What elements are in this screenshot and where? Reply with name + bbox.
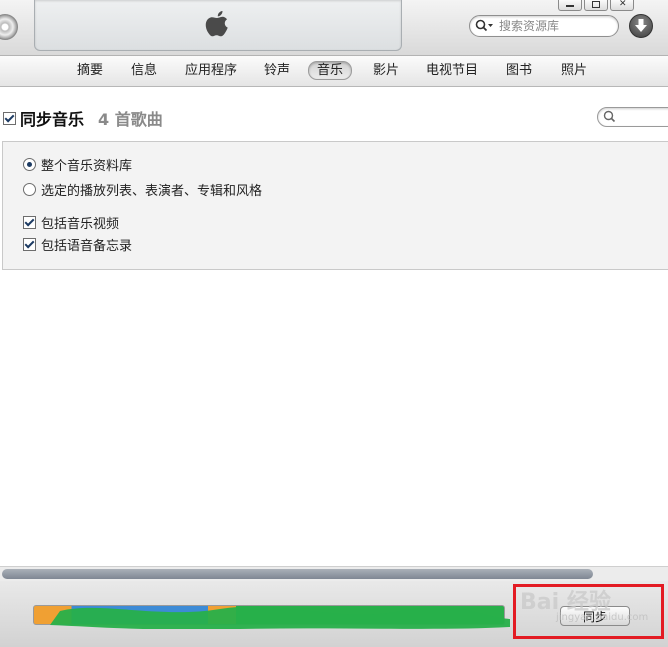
tab-books[interactable]: 图书 xyxy=(506,62,532,79)
tab-info[interactable]: 信息 xyxy=(131,62,157,79)
option-include-voice-memos[interactable]: 包括语音备忘录 xyxy=(23,235,132,254)
entire-library-label: 整个音乐资料库 xyxy=(41,159,133,174)
include-videos-checkbox[interactable] xyxy=(23,216,36,229)
horizontal-scrollbar[interactable] xyxy=(0,566,668,581)
tab-photos[interactable]: 照片 xyxy=(561,62,587,79)
tab-bar: 摘要 信息 应用程序 铃声 音乐 影片 电视节目 图书 照片 xyxy=(0,55,668,87)
sync-options-panel: 整个音乐资料库 选定的播放列表、表演者、专辑和风格 包括音乐视频 包括语音备忘录 xyxy=(2,141,668,270)
tab-summary[interactable]: 摘要 xyxy=(77,62,103,79)
include-voice-memos-label: 包括语音备忘录 xyxy=(41,239,133,254)
option-selected-items[interactable]: 选定的播放列表、表演者、专辑和风格 xyxy=(23,180,262,199)
tab-ringtones[interactable]: 铃声 xyxy=(264,62,290,79)
option-include-videos[interactable]: 包括音乐视频 xyxy=(23,213,119,232)
sync-music-header: 同步音乐 4 首歌曲 xyxy=(3,107,163,129)
window-controls: ✕ xyxy=(558,0,634,11)
option-entire-library[interactable]: 整个音乐资料库 xyxy=(23,155,132,174)
title-bar: ✕ xyxy=(0,0,668,55)
search-box[interactable] xyxy=(469,15,619,37)
tab-movies[interactable]: 影片 xyxy=(373,62,399,79)
search-input[interactable] xyxy=(499,19,609,33)
redaction-scribble xyxy=(50,606,510,629)
tab-apps[interactable]: 应用程序 xyxy=(185,62,237,79)
song-count: 4 首歌曲 xyxy=(98,110,163,129)
include-videos-label: 包括音乐视频 xyxy=(41,217,120,232)
watermark-url: jingyan.baidu.com xyxy=(556,612,649,623)
entire-library-radio[interactable] xyxy=(23,158,36,171)
filter-search-icon xyxy=(603,110,616,123)
close-button[interactable]: ✕ xyxy=(610,0,634,11)
maximize-button[interactable] xyxy=(584,0,608,11)
search-icon xyxy=(475,19,493,32)
apple-logo-icon xyxy=(205,11,228,37)
tab-music[interactable]: 音乐 xyxy=(308,61,353,80)
scrollbar-thumb[interactable] xyxy=(2,569,593,579)
selected-items-radio[interactable] xyxy=(23,183,36,196)
minimize-button[interactable] xyxy=(558,0,582,11)
download-icon[interactable] xyxy=(629,14,653,38)
tab-tv-shows[interactable]: 电视节目 xyxy=(426,62,478,79)
include-voice-memos-checkbox[interactable] xyxy=(23,238,36,251)
selected-items-label: 选定的播放列表、表演者、专辑和风格 xyxy=(41,184,263,199)
disc-icon[interactable] xyxy=(0,14,18,40)
sync-music-checkbox[interactable] xyxy=(3,111,16,125)
filter-search-box[interactable] xyxy=(597,107,668,127)
sync-music-title: 同步音乐 xyxy=(20,110,85,129)
status-display xyxy=(34,0,402,51)
